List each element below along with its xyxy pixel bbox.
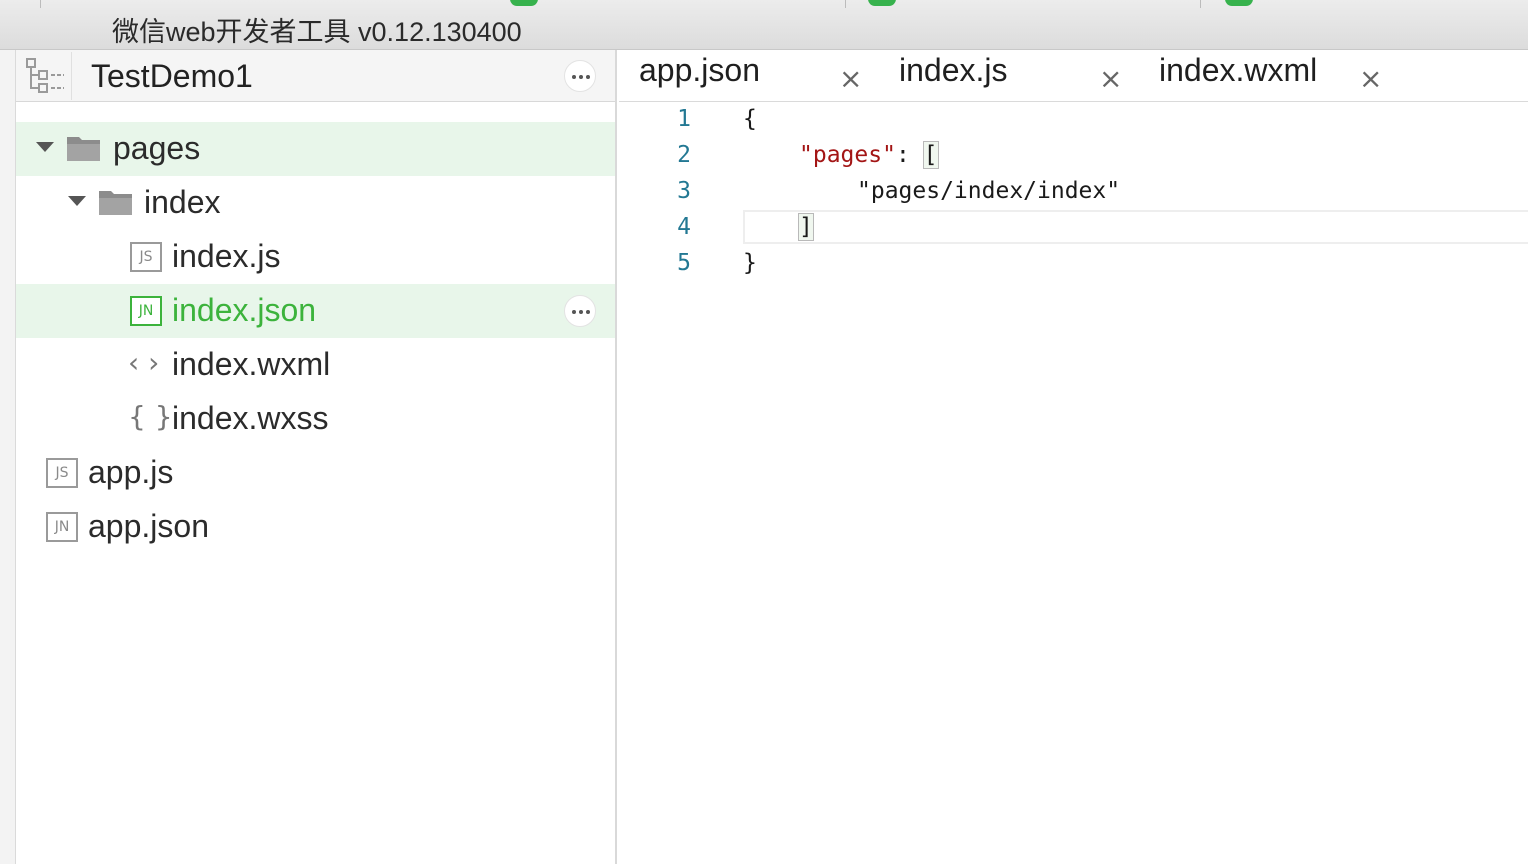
code-text: "pages": [: [799, 141, 939, 169]
matched-bracket: ]: [798, 213, 814, 241]
tree-item-index-wxss[interactable]: { } index.wxss: [16, 392, 615, 446]
code-line: 3 "pages/index/index": [619, 174, 1528, 210]
tab-separator: [1200, 0, 1201, 8]
tree-item-pages[interactable]: pages: [16, 122, 615, 176]
close-icon[interactable]: ×: [1099, 62, 1122, 95]
tree-item-app-js[interactable]: JS app.js: [16, 446, 615, 500]
tree-item-label: index.json: [172, 292, 317, 328]
tree-item-label: index.js: [172, 238, 281, 274]
code-line: 5 }: [619, 246, 1528, 282]
close-icon[interactable]: ×: [1359, 62, 1382, 95]
tree-item-index-wxml[interactable]: ‹ › index.wxml: [16, 338, 615, 392]
folder-icon: [99, 191, 132, 215]
header-divider: [71, 52, 72, 100]
project-more-button[interactable]: [564, 60, 596, 92]
window-title: 微信web开发者工具 v0.12.130400: [112, 17, 522, 47]
tree-item-label: app.json: [88, 508, 209, 544]
current-line-highlight: [743, 210, 1528, 244]
json-file-icon: JN: [130, 296, 162, 326]
js-file-icon: JS: [46, 458, 78, 488]
tab-separator: [845, 0, 846, 8]
json-file-icon: JN: [46, 512, 78, 542]
sidebar-rail: [0, 50, 16, 864]
tab-label: index.wxml: [1159, 52, 1318, 88]
tree-item-index-js[interactable]: JS index.js: [16, 230, 615, 284]
tab-index-js[interactable]: index.js ×: [879, 50, 1139, 102]
expand-arrow-icon[interactable]: [68, 196, 86, 206]
tab-app-json[interactable]: app.json ×: [619, 50, 879, 102]
line-number: 3: [677, 178, 691, 204]
tree-toggle-icon[interactable]: [24, 56, 68, 96]
project-name: TestDemo1: [91, 58, 253, 94]
editor-tab-bar: app.json × index.js × index.wxml ×: [619, 50, 1528, 102]
status-dot-icon: [1225, 0, 1253, 6]
status-dot-icon: [510, 0, 538, 6]
json-colon: :: [895, 142, 924, 168]
json-key: "pages": [799, 142, 896, 168]
line-number: 1: [677, 106, 691, 132]
tree-item-label: index: [144, 184, 221, 220]
tree-item-label: index.wxss: [172, 400, 329, 436]
folder-icon: [67, 137, 100, 161]
code-line: 1 {: [619, 102, 1528, 138]
matched-bracket: [: [922, 141, 939, 169]
line-number: 5: [677, 250, 691, 276]
tree-item-label: index.wxml: [172, 346, 331, 382]
tree-item-app-json[interactable]: JN app.json: [16, 500, 615, 554]
line-number: 4: [677, 214, 691, 240]
status-dot-icon: [868, 0, 896, 6]
expand-arrow-icon[interactable]: [36, 142, 54, 152]
code-editor[interactable]: 1 { 2 "pages": [ 3 "pages/index/index" 4…: [619, 102, 1528, 864]
tree-item-index-json[interactable]: JN index.json: [16, 284, 615, 338]
js-file-icon: JS: [130, 242, 162, 272]
tab-index-wxml[interactable]: index.wxml ×: [1139, 50, 1399, 102]
tab-label: app.json: [639, 52, 760, 88]
json-string-value: "pages/index/index": [857, 178, 1121, 204]
file-explorer-sidebar: TestDemo1 pages index JS index.js JN ind…: [0, 50, 617, 864]
window-titlebar: 微信web开发者工具 v0.12.130400: [0, 0, 1528, 50]
code-line: 2 "pages": [: [619, 138, 1528, 174]
sidebar-header: TestDemo1: [16, 50, 615, 102]
wxss-file-icon: { }: [128, 400, 173, 433]
tab-label: index.js: [899, 52, 1008, 88]
code-line-current: 4 ]: [619, 210, 1528, 246]
code-text: {: [743, 106, 757, 132]
close-icon[interactable]: ×: [839, 62, 862, 95]
tree-item-label: app.js: [88, 454, 174, 490]
file-more-button[interactable]: [564, 295, 596, 327]
tree-item-label: pages: [113, 130, 201, 166]
wxml-file-icon: ‹ ›: [128, 346, 160, 379]
line-number: 2: [677, 142, 691, 168]
tab-separator: [40, 0, 41, 8]
tree-item-index-folder[interactable]: index: [16, 176, 615, 230]
code-text: }: [743, 250, 757, 276]
